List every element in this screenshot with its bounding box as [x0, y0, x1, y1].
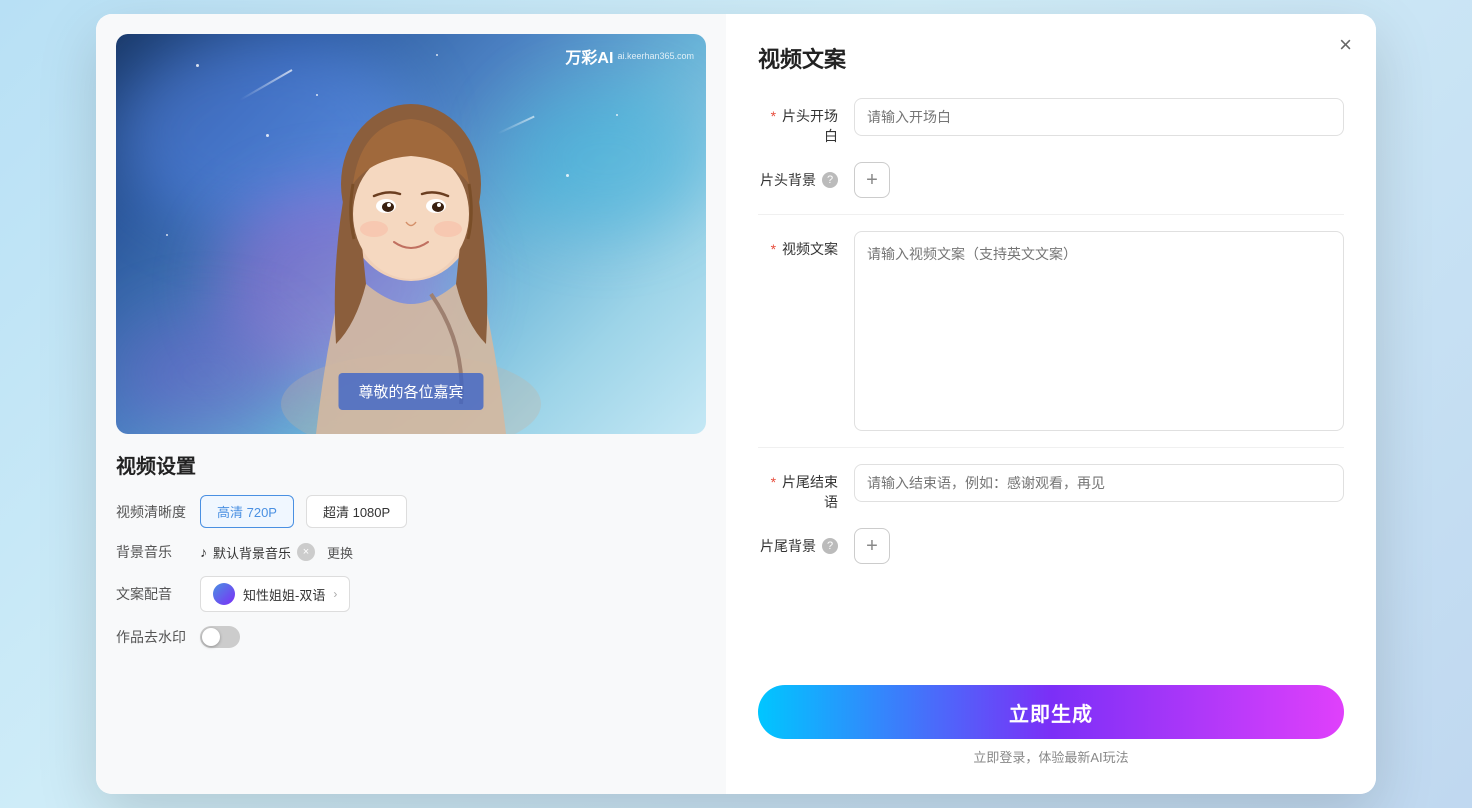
toggle-knob [202, 628, 220, 646]
music-name: 默认背景音乐 [213, 543, 291, 562]
voice-name: 知性姐姐-双语 [243, 585, 325, 604]
voice-label: 文案配音 [116, 584, 188, 604]
watermark-toggle-label: 作品去水印 [116, 627, 188, 647]
ending-bg-label: 片尾背景 [760, 536, 816, 556]
divider-1 [758, 214, 1344, 215]
watermark-site: ai.keerhan365.com [617, 51, 694, 61]
video-copy-row: * 视频文案 [758, 231, 1344, 431]
music-close-button[interactable]: × [297, 543, 315, 561]
ending-bg-add-button[interactable]: + [854, 528, 890, 564]
opening-bg-label: 片头背景 [760, 170, 816, 190]
voice-selector[interactable]: 知性姐姐-双语 › [200, 576, 350, 612]
opening-bg-help-icon[interactable]: ? [822, 172, 838, 188]
generate-section: 立即生成 立即登录，体验最新AI玩法 [758, 685, 1344, 766]
ending-bg-label-group: 片尾背景 ? [758, 536, 838, 556]
quality-1080p-button[interactable]: 超清 1080P [306, 495, 407, 528]
ending-label: * 片尾结束语 [758, 464, 838, 512]
watermark: 万彩AI ai.keerhan365.com [565, 44, 694, 68]
required-star-2: * [771, 241, 776, 257]
opening-bg-row: 片头背景 ? + [758, 162, 1344, 198]
voice-row: 文案配音 知性姐姐-双语 › [116, 576, 706, 612]
video-settings: 视频设置 视频清晰度 高清 720P 超清 1080P 背景音乐 ♪ 默认背景音… [116, 450, 706, 774]
ending-input[interactable] [854, 464, 1344, 502]
quality-720p-button[interactable]: 高清 720P [200, 495, 294, 528]
video-copy-textarea[interactable] [854, 231, 1344, 431]
music-tag: ♪ 默认背景音乐 × [200, 543, 315, 562]
right-panel: × 视频文案 * 片头开场白 片头背景 ? + [726, 14, 1376, 794]
video-subtitle: 尊敬的各位嘉宾 [338, 373, 483, 410]
video-preview: 万彩AI ai.keerhan365.com 尊敬的各位嘉宾 [116, 34, 706, 434]
form-section: * 片头开场白 片头背景 ? + * [758, 98, 1344, 669]
video-copy-label: * 视频文案 [758, 231, 838, 259]
generate-button[interactable]: 立即生成 [758, 685, 1344, 739]
music-label: 背景音乐 [116, 542, 188, 562]
opening-bg-add-button[interactable]: + [854, 162, 890, 198]
chevron-right-icon: › [333, 587, 337, 601]
quality-row: 视频清晰度 高清 720P 超清 1080P [116, 495, 706, 528]
music-change-button[interactable]: 更换 [327, 543, 353, 562]
watermark-row: 作品去水印 [116, 626, 706, 648]
quality-label: 视频清晰度 [116, 502, 188, 522]
divider-2 [758, 447, 1344, 448]
required-star: * [771, 108, 776, 124]
main-modal: 万彩AI ai.keerhan365.com 尊敬的各位嘉宾 视频设置 视频清晰… [96, 14, 1376, 794]
music-icon: ♪ [200, 544, 207, 560]
opening-input[interactable] [854, 98, 1344, 136]
watermark-brand: 万彩AI [565, 44, 613, 68]
opening-bg-label-group: 片头背景 ? [758, 170, 838, 190]
music-row: 背景音乐 ♪ 默认背景音乐 × 更换 [116, 542, 706, 562]
opening-label: * 片头开场白 [758, 98, 838, 146]
required-star-3: * [771, 474, 776, 490]
close-button[interactable]: × [1339, 34, 1352, 56]
modal-overlay: 万彩AI ai.keerhan365.com 尊敬的各位嘉宾 视频设置 视频清晰… [0, 0, 1472, 808]
opening-row: * 片头开场白 [758, 98, 1344, 146]
left-panel: 万彩AI ai.keerhan365.com 尊敬的各位嘉宾 视频设置 视频清晰… [96, 14, 726, 794]
settings-title: 视频设置 [116, 450, 706, 479]
ending-bg-row: 片尾背景 ? + [758, 528, 1344, 564]
generate-hint: 立即登录，体验最新AI玩法 [758, 747, 1344, 766]
panel-title: 视频文案 [758, 42, 1344, 74]
ending-bg-help-icon[interactable]: ? [822, 538, 838, 554]
watermark-toggle[interactable] [200, 626, 240, 648]
ending-row: * 片尾结束语 [758, 464, 1344, 512]
watermark-toggle-container [200, 626, 240, 648]
voice-avatar-icon [213, 583, 235, 605]
